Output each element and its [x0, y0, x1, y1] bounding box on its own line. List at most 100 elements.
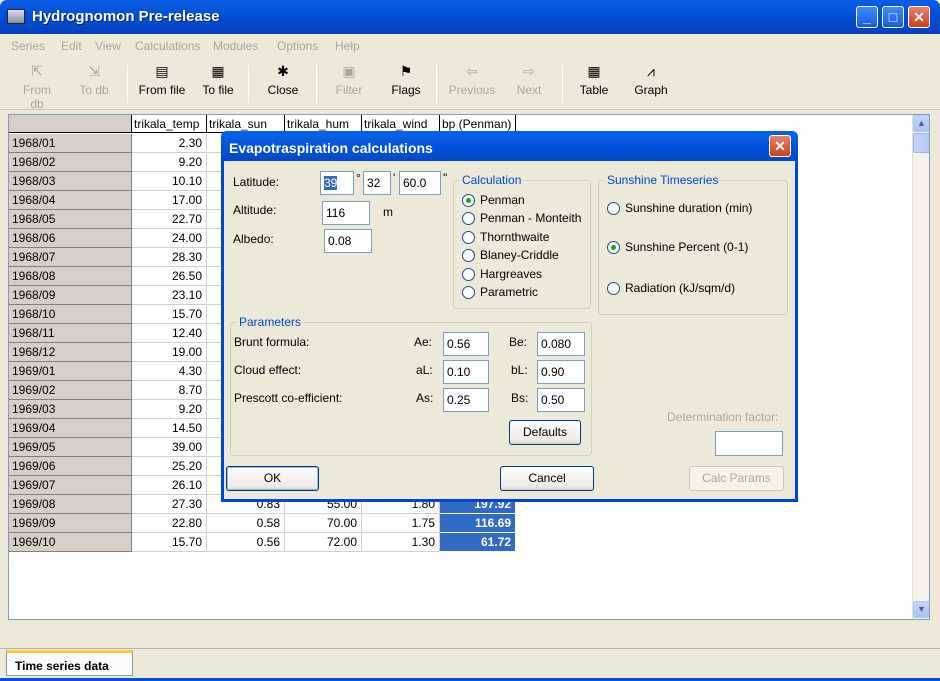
calc-params-button[interactable]: Calc Params	[689, 466, 784, 491]
table-cell[interactable]: 116.69	[440, 514, 516, 533]
menu-calculations[interactable]: Calculations	[135, 39, 200, 53]
defaults-button[interactable]: Defaults	[509, 420, 581, 445]
calc-option-radio[interactable]: Penman - Monteith	[462, 211, 581, 227]
table-cell[interactable]: 1.30	[362, 533, 440, 552]
table-cell[interactable]: 10.10	[132, 172, 207, 191]
table-cell[interactable]: 17.00	[132, 191, 207, 210]
radio-button-icon[interactable]	[607, 202, 620, 215]
calc-option-radio[interactable]: Parametric	[462, 285, 538, 301]
menu-edit[interactable]: Edit	[61, 39, 82, 53]
table-cell[interactable]: 9.20	[132, 153, 207, 172]
al-input[interactable]: 0.10	[443, 360, 489, 384]
table-cell[interactable]: 61.72	[440, 533, 516, 552]
table-cell[interactable]: 12.40	[132, 324, 207, 343]
table-cell[interactable]: 15.70	[132, 305, 207, 324]
table-row[interactable]: 1969/10 15.70 0.56 72.00 1.30 61.72	[9, 533, 516, 552]
table-cell[interactable]: 26.10	[132, 476, 207, 495]
table-cell[interactable]: 24.00	[132, 229, 207, 248]
close-window-button[interactable]: ✕	[908, 6, 930, 28]
scroll-down-icon[interactable]: ▼	[913, 601, 929, 618]
calculation-group: Calculation Penman Penman - Monteith Thorn…	[453, 173, 591, 309]
table-cell[interactable]: 23.10	[132, 286, 207, 305]
to-file-button[interactable]: ▦ To file	[198, 63, 238, 97]
bl-input[interactable]: 0.90	[537, 360, 585, 384]
table-row[interactable]: 1969/09 22.80 0.58 70.00 1.75 116.69	[9, 514, 516, 533]
table-cell[interactable]: 26.50	[132, 267, 207, 286]
table-cell[interactable]: 8.70	[132, 381, 207, 400]
table-cell[interactable]: 0.58	[207, 514, 285, 533]
filter-button[interactable]: ▣ Filter	[332, 63, 366, 97]
table-button[interactable]: ▦ Table	[576, 63, 612, 97]
ae-input[interactable]: 0.56	[443, 332, 489, 356]
calc-option-radio[interactable]: Hargreaves	[462, 267, 542, 283]
radio-button-icon[interactable]	[462, 212, 475, 225]
row-date: 1968/11	[9, 324, 132, 343]
column-header[interactable]: trikala_temp	[132, 115, 207, 133]
scroll-thumb[interactable]	[913, 133, 929, 153]
vertical-scrollbar[interactable]: ▲ ▼	[912, 115, 929, 619]
table-cell[interactable]: 1.75	[362, 514, 440, 533]
albedo-input[interactable]: 0.08	[324, 229, 372, 253]
flags-button[interactable]: ⚑ Flags	[388, 63, 424, 97]
menu-series[interactable]: Series	[11, 39, 45, 53]
calc-option-radio[interactable]: Blaney-Criddle	[462, 248, 559, 264]
table-cell[interactable]: 19.00	[132, 343, 207, 362]
minimize-button[interactable]: _	[856, 6, 878, 28]
graph-button[interactable]: ⩘ Graph	[632, 63, 670, 97]
altitude-input[interactable]: 116	[322, 201, 370, 225]
from-file-button[interactable]: ▤ From file	[136, 63, 188, 97]
radio-button-icon[interactable]	[462, 231, 475, 244]
maximize-button[interactable]: □	[882, 6, 904, 28]
sunshine-option-radio[interactable]: Sunshine Percent (0-1)	[607, 240, 748, 256]
table-cell[interactable]: 39.00	[132, 438, 207, 457]
sunshine-option-radio[interactable]: Sunshine duration (min)	[607, 201, 752, 217]
be-input[interactable]: 0.080	[537, 332, 585, 356]
brunt-formula-label: Brunt formula:	[234, 335, 310, 349]
calculation-group-title: Calculation	[460, 173, 524, 187]
radio-button-icon[interactable]	[462, 286, 475, 299]
menu-help[interactable]: Help	[335, 39, 360, 53]
radio-button-icon[interactable]	[607, 282, 620, 295]
table-cell[interactable]: 72.00	[285, 533, 362, 552]
menu-view[interactable]: View	[95, 39, 121, 53]
table-cell[interactable]: 15.70	[132, 533, 207, 552]
dialog-close-button[interactable]: ✕	[769, 135, 791, 157]
as-input[interactable]: 0.25	[443, 388, 489, 412]
menu-options[interactable]: Options	[277, 39, 318, 53]
latitude-degrees-input[interactable]: 39	[320, 171, 354, 195]
table-cell[interactable]: 9.20	[132, 400, 207, 419]
table-cell[interactable]: 14.50	[132, 419, 207, 438]
to-db-button[interactable]: ⇲ To db	[76, 63, 112, 97]
latitude-minutes-input[interactable]: 32	[363, 171, 391, 195]
cancel-button[interactable]: Cancel	[500, 466, 594, 491]
radio-button-icon[interactable]	[462, 249, 475, 262]
row-date: 1968/04	[9, 191, 132, 210]
menu-modules[interactable]: Modules	[213, 39, 258, 53]
latitude-seconds-input[interactable]: 60.0	[399, 171, 441, 195]
table-cell[interactable]: 22.80	[132, 514, 207, 533]
ok-button[interactable]: OK	[226, 466, 319, 491]
previous-button[interactable]: ⇦ Previous	[446, 63, 498, 97]
tab-time-series-data[interactable]: Time series data	[6, 650, 133, 676]
close-series-button[interactable]: ✱ Close	[264, 63, 302, 97]
calc-option-radio[interactable]: Penman	[462, 193, 525, 209]
table-cell[interactable]: 2.30	[132, 134, 207, 153]
sunshine-option-radio[interactable]: Radiation (kJ/sqm/d)	[607, 281, 735, 297]
table-cell[interactable]: 4.30	[132, 362, 207, 381]
determination-factor-input[interactable]	[715, 431, 783, 456]
radio-button-icon[interactable]	[462, 268, 475, 281]
table-cell[interactable]: 70.00	[285, 514, 362, 533]
next-button[interactable]: ⇨ Next	[512, 63, 546, 97]
scroll-up-icon[interactable]: ▲	[913, 115, 929, 132]
table-cell[interactable]: 22.70	[132, 210, 207, 229]
table-cell[interactable]: 25.20	[132, 457, 207, 476]
table-cell[interactable]: 28.30	[132, 248, 207, 267]
table-cell[interactable]: 27.30	[132, 495, 207, 514]
bs-input[interactable]: 0.50	[537, 388, 585, 412]
radio-button-icon[interactable]	[462, 194, 475, 207]
calc-option-radio[interactable]: Thornthwaite	[462, 230, 549, 246]
from-db-button[interactable]: ⇱ From db	[16, 63, 58, 111]
radio-label: Sunshine Percent (0-1)	[625, 240, 749, 254]
radio-button-icon[interactable]	[607, 241, 620, 254]
table-cell[interactable]: 0.56	[207, 533, 285, 552]
